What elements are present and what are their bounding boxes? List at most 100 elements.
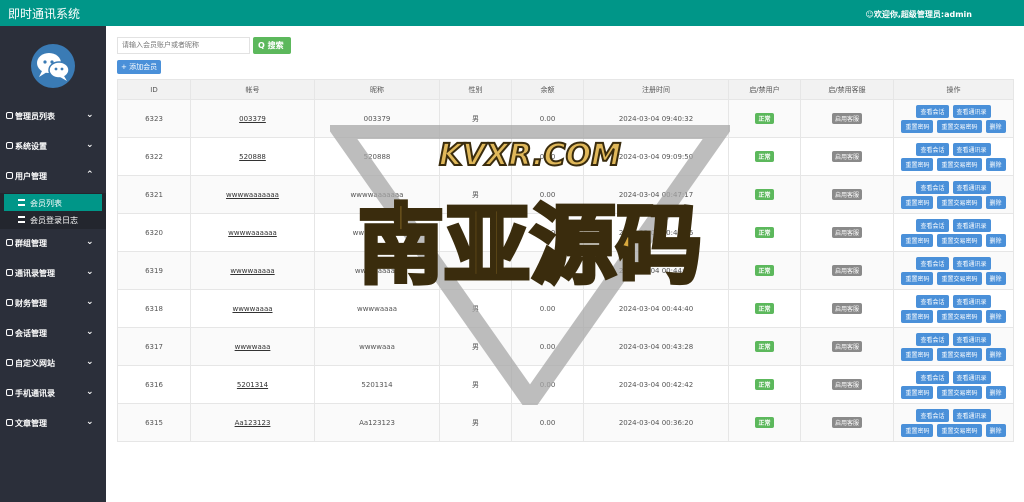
view-session-button[interactable]: 查看会话	[916, 256, 949, 270]
reset-trade-password-button[interactable]: 重置交易密码	[937, 423, 982, 437]
reset-password-button[interactable]: 重置密码	[901, 423, 934, 437]
search-button[interactable]: Q 搜索	[253, 37, 291, 54]
sidebar-item-articles[interactable]: 文章管理 ⌄	[0, 409, 106, 439]
sidebar-item-groups[interactable]: 群组管理 ⌄	[0, 229, 106, 259]
account-link[interactable]: 520888	[239, 153, 266, 161]
sidebar-subitem-member-list[interactable]: 会员列表	[4, 194, 102, 211]
cs-toggle[interactable]: 启用客服	[831, 189, 862, 200]
add-member-button[interactable]: + 添加会员	[117, 60, 161, 74]
view-session-button[interactable]: 查看会话	[916, 408, 949, 422]
sidebar-item-admins[interactable]: 管理员列表 ⌄	[0, 102, 106, 132]
status-toggle[interactable]: 正常	[755, 417, 774, 428]
reset-trade-password-button[interactable]: 重置交易密码	[937, 233, 982, 247]
cell-account[interactable]: wwwwaaaaa	[190, 251, 315, 290]
view-contacts-button[interactable]: 查看通讯录	[952, 370, 991, 384]
reset-trade-password-button[interactable]: 重置交易密码	[937, 119, 982, 133]
view-contacts-button[interactable]: 查看通讯录	[952, 180, 991, 194]
delete-button[interactable]: 删除	[985, 119, 1006, 133]
cell-account[interactable]: Aa123123	[190, 403, 315, 442]
delete-button[interactable]: 删除	[985, 157, 1006, 171]
view-contacts-button[interactable]: 查看通讯录	[952, 256, 991, 270]
cs-toggle[interactable]: 启用客服	[831, 151, 862, 162]
view-contacts-button[interactable]: 查看通讯录	[952, 104, 991, 118]
welcome-text[interactable]: ☺欢迎你,超级管理员:admin	[866, 9, 972, 20]
sidebar-item-finance[interactable]: 财务管理 ⌄	[0, 289, 106, 319]
delete-button[interactable]: 删除	[985, 423, 1006, 437]
reset-password-button[interactable]: 重置密码	[901, 157, 934, 171]
status-toggle[interactable]: 正常	[755, 113, 774, 124]
cs-toggle[interactable]: 启用客服	[831, 417, 862, 428]
cs-toggle[interactable]: 启用客服	[831, 341, 862, 352]
account-link[interactable]: 5201314	[237, 381, 268, 389]
reset-password-button[interactable]: 重置密码	[901, 119, 934, 133]
delete-button[interactable]: 删除	[985, 271, 1006, 285]
reset-trade-password-button[interactable]: 重置交易密码	[937, 309, 982, 323]
reset-trade-password-button[interactable]: 重置交易密码	[937, 385, 982, 399]
reset-password-button[interactable]: 重置密码	[901, 347, 934, 361]
reset-password-button[interactable]: 重置密码	[901, 233, 934, 247]
delete-button[interactable]: 删除	[985, 347, 1006, 361]
status-toggle[interactable]: 正常	[755, 379, 774, 390]
reset-trade-password-button[interactable]: 重置交易密码	[937, 271, 982, 285]
search-input[interactable]	[117, 37, 250, 54]
view-session-button[interactable]: 查看会话	[916, 294, 949, 308]
view-contacts-button[interactable]: 查看通讯录	[952, 294, 991, 308]
status-toggle[interactable]: 正常	[755, 227, 774, 238]
cs-toggle[interactable]: 启用客服	[831, 227, 862, 238]
sidebar-item-phone-contacts[interactable]: 手机通讯录 ⌄	[0, 379, 106, 409]
delete-button[interactable]: 删除	[985, 233, 1006, 247]
cell-status: 正常	[728, 251, 801, 290]
status-toggle[interactable]: 正常	[755, 265, 774, 276]
cs-toggle[interactable]: 启用客服	[831, 113, 862, 124]
cell-account[interactable]: wwwwaaaaaa	[190, 213, 315, 252]
delete-button[interactable]: 删除	[985, 309, 1006, 323]
view-session-button[interactable]: 查看会话	[916, 332, 949, 346]
reset-trade-password-button[interactable]: 重置交易密码	[937, 195, 982, 209]
cell-account[interactable]: wwwwaaa	[190, 327, 315, 366]
sidebar-item-custom-site[interactable]: 自定义网站 ⌄	[0, 349, 106, 379]
table-row: 6320 wwwwaaaaaa wwwwaaaaaa 男 0.00 2024-03-04 …	[117, 213, 1014, 252]
view-session-button[interactable]: 查看会话	[916, 142, 949, 156]
cs-toggle[interactable]: 启用客服	[831, 303, 862, 314]
reset-trade-password-button[interactable]: 重置交易密码	[937, 157, 982, 171]
account-link[interactable]: wwwwaaaaaaa	[226, 191, 279, 199]
view-contacts-button[interactable]: 查看通讯录	[952, 142, 991, 156]
sidebar-item-users[interactable]: 用户管理 ⌃	[0, 162, 106, 192]
view-contacts-button[interactable]: 查看通讯录	[952, 332, 991, 346]
cs-toggle[interactable]: 启用客服	[831, 265, 862, 276]
reset-password-button[interactable]: 重置密码	[901, 385, 934, 399]
reset-trade-password-button[interactable]: 重置交易密码	[937, 347, 982, 361]
sidebar-item-settings[interactable]: 系统设置 ⌄	[0, 132, 106, 162]
account-link[interactable]: 003379	[239, 115, 266, 123]
status-toggle[interactable]: 正常	[755, 341, 774, 352]
status-toggle[interactable]: 正常	[755, 189, 774, 200]
reset-password-button[interactable]: 重置密码	[901, 271, 934, 285]
account-link[interactable]: wwwwaaaaa	[230, 267, 274, 275]
cell-account[interactable]: 520888	[190, 137, 315, 176]
view-contacts-button[interactable]: 查看通讯录	[952, 408, 991, 422]
delete-button[interactable]: 删除	[985, 195, 1006, 209]
view-session-button[interactable]: 查看会话	[916, 180, 949, 194]
account-link[interactable]: wwwwaaaaaa	[228, 229, 277, 237]
sidebar-item-contacts[interactable]: 通讯录管理 ⌄	[0, 259, 106, 289]
sidebar-subitem-login-log[interactable]: 会员登录日志	[4, 211, 102, 228]
account-link[interactable]: Aa123123	[235, 419, 271, 427]
cell-account[interactable]: 003379	[190, 99, 315, 138]
cell-account[interactable]: wwwwaaaaaaa	[190, 175, 315, 214]
sidebar-item-sessions[interactable]: 会话管理 ⌄	[0, 319, 106, 349]
account-link[interactable]: wwwwaaa	[235, 343, 271, 351]
account-link[interactable]: wwwwaaaa	[232, 305, 272, 313]
view-session-button[interactable]: 查看会话	[916, 370, 949, 384]
reset-password-button[interactable]: 重置密码	[901, 309, 934, 323]
reset-password-button[interactable]: 重置密码	[901, 195, 934, 209]
view-contacts-button[interactable]: 查看通讯录	[952, 218, 991, 232]
status-toggle[interactable]: 正常	[755, 303, 774, 314]
cell-account[interactable]: wwwwaaaa	[190, 289, 315, 328]
view-session-button[interactable]: 查看会话	[916, 218, 949, 232]
delete-button[interactable]: 删除	[985, 385, 1006, 399]
view-session-button[interactable]: 查看会话	[916, 104, 949, 118]
cs-toggle[interactable]: 启用客服	[831, 379, 862, 390]
chevron-down-icon: ⌄	[86, 387, 94, 397]
status-toggle[interactable]: 正常	[755, 151, 774, 162]
cell-account[interactable]: 5201314	[190, 365, 315, 404]
